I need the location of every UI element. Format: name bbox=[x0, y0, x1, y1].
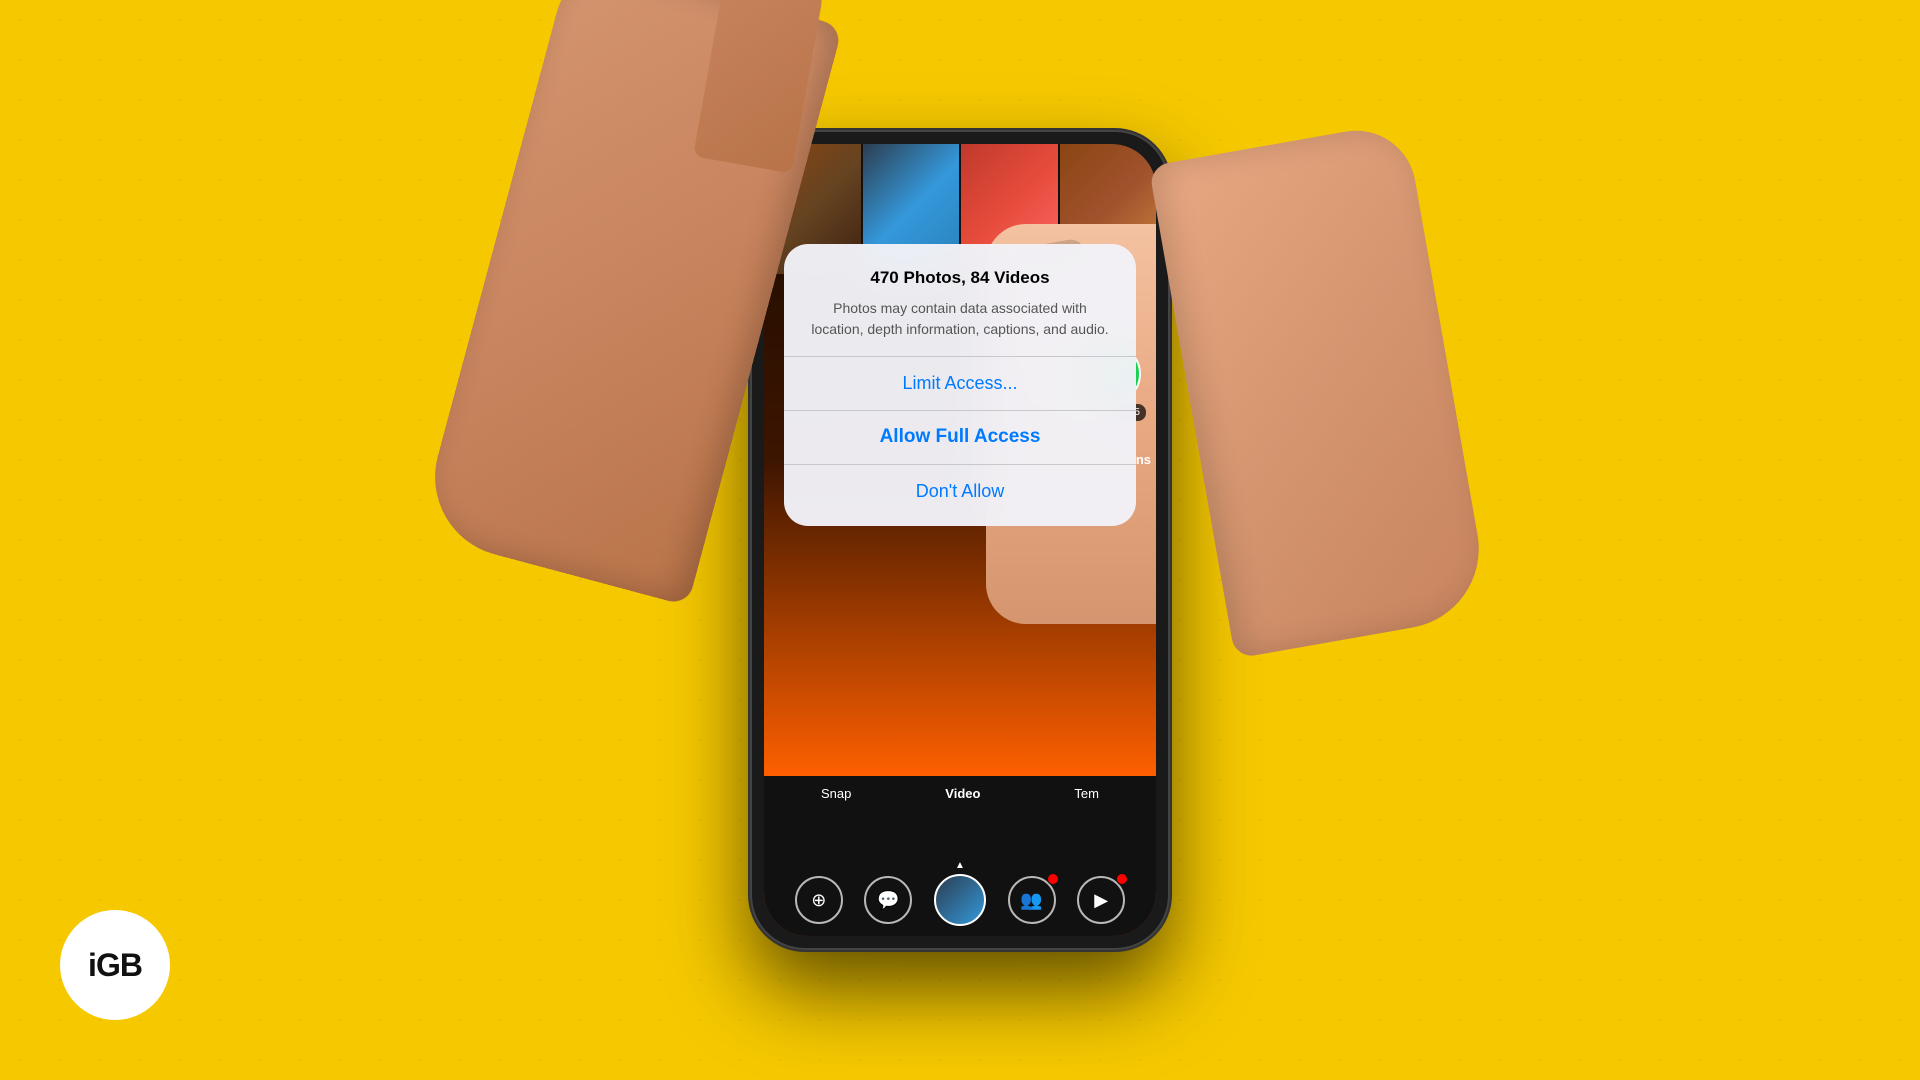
stories-icon: ▶ bbox=[1094, 890, 1108, 911]
map-icon-circle: ⊕ bbox=[795, 876, 843, 924]
friends-icon: 👥 bbox=[1020, 890, 1042, 911]
hand-right bbox=[1149, 121, 1492, 659]
friends-notification-badge bbox=[1047, 873, 1059, 885]
snapchat-background: 10:5 ns 470 Photos, 84 Videos Photos may… bbox=[764, 144, 1156, 936]
nav-stories[interactable]: ▶ bbox=[1077, 876, 1125, 924]
main-scene: 10:5 ns 470 Photos, 84 Videos Photos may… bbox=[610, 40, 1310, 1040]
map-icon: ⊕ bbox=[811, 890, 826, 911]
snapchat-nav-icons: ⊕ 💬 bbox=[764, 874, 1156, 926]
nav-capture[interactable] bbox=[934, 874, 986, 926]
nav-friends[interactable]: 👥 bbox=[1008, 876, 1056, 924]
phone-screen: 10:5 ns 470 Photos, 84 Videos Photos may… bbox=[764, 144, 1156, 936]
permission-sheet: 470 Photos, 84 Videos Photos may contain… bbox=[784, 244, 1136, 526]
snapchat-bottom-bar: Snap Video Tem ⊕ bbox=[764, 776, 1156, 936]
tab-video[interactable]: Video bbox=[945, 786, 980, 801]
chat-icon-circle: 💬 bbox=[864, 876, 912, 924]
phone-device: 10:5 ns 470 Photos, 84 Videos Photos may… bbox=[750, 130, 1170, 950]
chat-icon: 💬 bbox=[877, 890, 899, 911]
dont-allow-button[interactable]: Don't Allow bbox=[800, 465, 1120, 518]
tab-snap[interactable]: Snap bbox=[821, 786, 851, 801]
capture-avatar bbox=[934, 874, 986, 926]
allow-full-access-button[interactable]: Allow Full Access bbox=[800, 410, 1120, 464]
permission-description: Photos may contain data associated with … bbox=[800, 298, 1120, 340]
nav-map[interactable]: ⊕ bbox=[795, 876, 843, 924]
limit-access-button[interactable]: Limit Access... bbox=[800, 357, 1120, 410]
friends-badge-container: 👥 bbox=[1008, 876, 1056, 924]
snapchat-tab-bar: Snap Video Tem bbox=[764, 786, 1156, 801]
stories-notification-badge bbox=[1116, 873, 1128, 885]
stories-badge-container: ▶ bbox=[1077, 876, 1125, 924]
tab-templates[interactable]: Tem bbox=[1074, 786, 1099, 801]
partial-tab-text: ns bbox=[1136, 452, 1151, 467]
permission-stats-text: 470 Photos, 84 Videos bbox=[800, 268, 1120, 288]
igb-logo-text: iGB bbox=[88, 947, 142, 984]
igb-logo: iGB bbox=[60, 910, 170, 1020]
nav-chat[interactable]: 💬 bbox=[864, 876, 912, 924]
